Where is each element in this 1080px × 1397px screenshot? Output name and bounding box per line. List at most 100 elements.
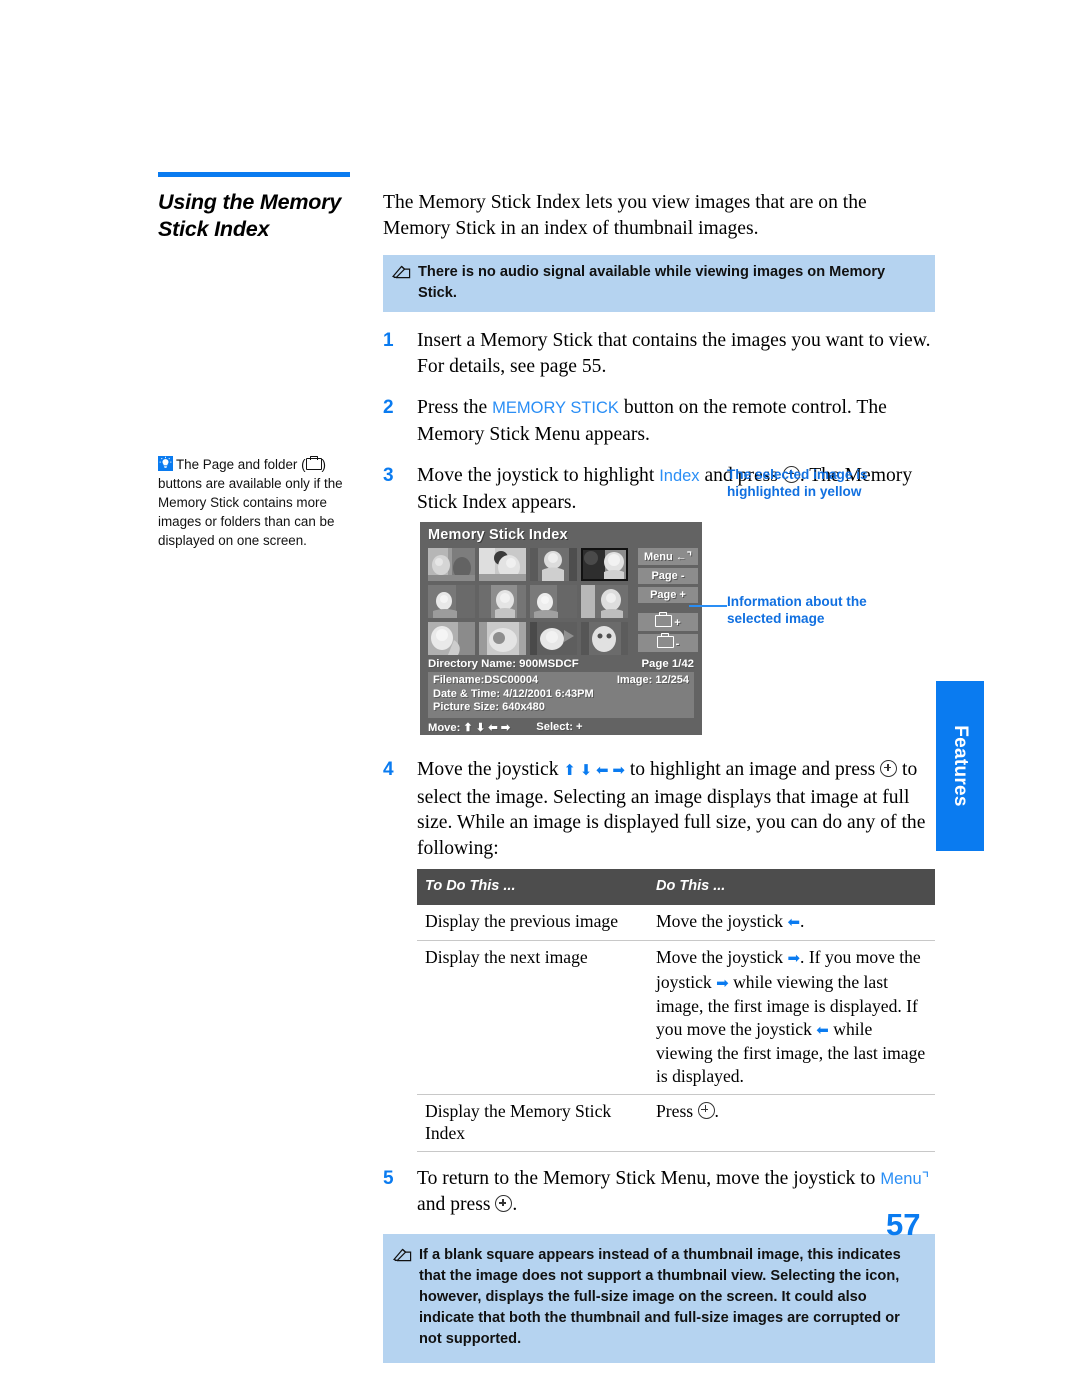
folder-plus-button[interactable]: + [638, 612, 698, 631]
step-1-number: 1 [383, 330, 394, 351]
thumbnail-2[interactable] [479, 548, 526, 581]
step-4-number: 4 [383, 759, 394, 780]
table-row: Display the previous image Move the joys… [417, 904, 935, 942]
step-2-number: 2 [383, 397, 394, 418]
note-callout-bottom: If a blank square appears instead of a t… [383, 1233, 935, 1363]
step-1-text-main: Insert a Memory Stick that contains the … [417, 330, 931, 377]
menu-label: Menu [880, 1169, 922, 1188]
thumbnail-7[interactable] [530, 585, 577, 618]
section-heading-block: Using the Memory Stick Index [158, 172, 354, 243]
folder-minus-button[interactable]: - [638, 633, 698, 652]
cell-text-before: Press [656, 1100, 698, 1121]
step-3-text-before: Move the joystick to highlight [417, 465, 660, 486]
callout-leader-line [689, 605, 727, 607]
action-table: To Do This ... Do This ... Display the p… [417, 869, 935, 1152]
tv-footer-hints: Move: ⬆ ⬇ ⬅ ➡ Select: + [428, 721, 694, 734]
thumbnail-12[interactable] [581, 622, 628, 655]
thumbnail-8[interactable] [581, 585, 628, 618]
return-arrow-icon: ←⌝ [675, 551, 692, 563]
sidebar-tip-note: The Page and folder () buttons are avail… [158, 455, 354, 550]
sidebar-note-text-part1: The Page and folder ( [176, 457, 306, 472]
thumbnail-5[interactable] [428, 585, 475, 618]
tv-directory-line: Directory Name: 900MSDCF Page 1/42 [428, 658, 694, 670]
thumbnail-6[interactable] [479, 585, 526, 618]
thumbnail-3[interactable] [530, 548, 577, 581]
folder-icon [305, 455, 322, 470]
thumbnail-1[interactable] [428, 548, 475, 581]
index-menu-label: Index [659, 467, 700, 485]
intro-paragraph: The Memory Stick Index lets you view ima… [383, 192, 867, 239]
cell-text-before: Move the joystick [656, 947, 788, 968]
tv-image-info-box: Filename:DSC00004 Image: 12/254 Date & T… [428, 672, 694, 718]
table-cell-action: Move the joystick ⬅. [648, 904, 935, 942]
return-arrow-icon: ⌝ [921, 1169, 930, 1188]
page-title: Using the Memory Stick Index [158, 190, 342, 241]
page-plus-button[interactable]: Page + [638, 587, 698, 603]
folder-icon [656, 633, 674, 648]
menu-button-label: Menu [644, 551, 673, 563]
step-4: 4 Move the joystick ⬆ ⬇ ⬅ ➡ to highlight… [383, 757, 935, 1152]
step-2-text-before: Press the [417, 397, 493, 418]
folder-minus-label: - [675, 638, 680, 650]
folder-plus-label: + [674, 617, 681, 629]
step-1-text: Insert a Memory Stick that contains the … [417, 328, 935, 379]
step-5-text-before: To return to the Memory Stick Menu, move… [417, 1167, 881, 1189]
step-2: 2 Press the MEMORY STICK button on the r… [383, 395, 935, 447]
memory-stick-index-screenshot: Memory Stick Index Menu ←⌝ Page - Page +… [420, 522, 702, 735]
directory-name-label: Directory Name: 900MSDCF [428, 658, 579, 670]
move-hint-label: Move: ⬆ ⬇ ⬅ ➡ [428, 721, 511, 734]
table-cell-task: Display the Memory Stick Index [417, 1094, 648, 1152]
cell-text-after: . [714, 1100, 719, 1121]
tip-lightbulb-icon [158, 456, 173, 471]
step-5-number: 5 [383, 1167, 394, 1189]
thumbnail-9[interactable] [428, 622, 475, 655]
step-5: 5 To return to the Memory Stick Menu, mo… [383, 1166, 935, 1218]
callout-image-info: Information about the selected image [727, 594, 867, 626]
joystick-arrows-icon: ⬆ ⬇ ⬅ ➡ [563, 763, 625, 779]
memory-stick-button-label: MEMORY STICK [492, 399, 619, 417]
page-number: 57 [886, 1207, 921, 1242]
menu-button[interactable]: Menu ←⌝ [638, 548, 698, 565]
step-4-text-mid: to highlight an image and press [624, 759, 881, 780]
right-arrow-icon: ➡ [716, 975, 729, 992]
table-cell-action: Move the joystick ➡. If you move the joy… [648, 940, 935, 1095]
step-4-text: Move the joystick ⬆ ⬇ ⬅ ➡ to highlight a… [417, 757, 935, 1152]
datetime-label: Date & Time: 4/12/2001 6:43PM [433, 687, 594, 700]
table-cell-action: Press . [648, 1094, 935, 1152]
note-callout-top: There is no audio signal available while… [383, 255, 935, 312]
table-cell-task: Display the previous image [417, 904, 648, 942]
enter-button-icon [495, 1195, 513, 1213]
cell-text-after: . [800, 910, 805, 931]
thumbnail-10[interactable] [479, 622, 526, 655]
table-header-todothis: To Do This ... [417, 869, 648, 905]
thumbnail-grid[interactable] [428, 548, 628, 655]
page-minus-button[interactable]: Page - [638, 568, 698, 584]
step-4-text-before: Move the joystick [417, 759, 564, 780]
step-3-number: 3 [383, 465, 394, 486]
side-tab-label: Features [950, 725, 971, 807]
enter-button-icon [880, 760, 898, 777]
page-indicator-label: Page 1/42 [641, 658, 694, 670]
left-arrow-icon: ⬅ [816, 1022, 829, 1039]
image-count-label: Image: 12/254 [616, 674, 689, 686]
tv-screen-title: Memory Stick Index [428, 527, 568, 543]
tv-button-column: Menu ←⌝ Page - Page + + - [638, 548, 698, 655]
step-5-text: To return to the Memory Stick Menu, move… [417, 1166, 935, 1218]
table-row: Display the Memory Stick Index Press . [417, 1094, 935, 1152]
left-arrow-icon: ⬅ [787, 914, 801, 931]
note-bottom-text: If a blank square appears instead of a t… [419, 1246, 901, 1347]
note-pencil-icon [391, 265, 411, 284]
side-tab-features: Features [936, 681, 984, 851]
enter-button-icon [697, 1101, 715, 1119]
picture-size-label: Picture Size: 640x480 [433, 701, 545, 713]
thumbnail-4-selected[interactable] [581, 548, 628, 581]
step-5-text-after: and press [417, 1194, 496, 1216]
step-1: 1 Insert a Memory Stick that contains th… [383, 328, 935, 379]
callout-selected-image: The selected image is highlighted in yel… [727, 467, 868, 499]
tv-screen-body: Menu ←⌝ Page - Page + + - [428, 548, 698, 655]
thumbnail-11[interactable] [530, 622, 577, 655]
select-hint-label: Select: + [536, 720, 583, 733]
table-header-dothis: Do This ... [648, 869, 935, 905]
cell-text-before: Move the joystick [656, 910, 788, 931]
note-pencil-icon [392, 1248, 412, 1267]
